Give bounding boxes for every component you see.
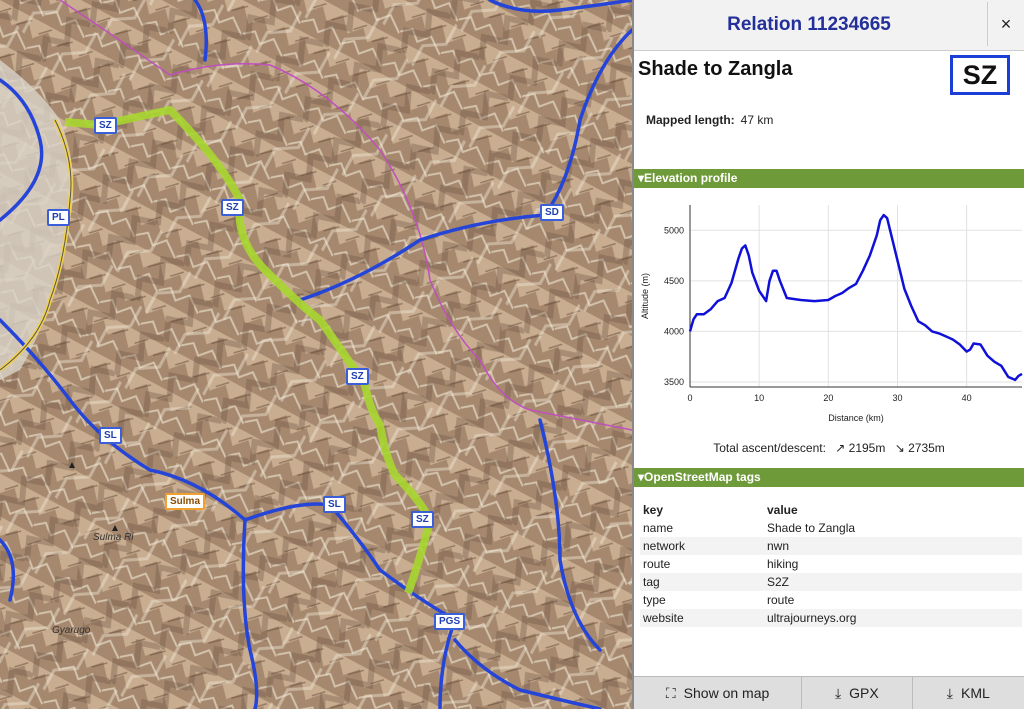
elevation-line: [688, 213, 1023, 382]
route-shield-sl[interactable]: SL: [323, 496, 346, 513]
village-label-sulma[interactable]: Sulma: [165, 493, 206, 510]
table-row: network nwn: [640, 537, 1022, 555]
x-axis-label: Distance (km): [828, 413, 884, 423]
mapped-length-value: 47 km: [740, 113, 774, 127]
panel-title: Relation 11234665: [727, 14, 891, 35]
elevation-section-toggle[interactable]: ▾Elevation profile: [634, 169, 1024, 188]
tags-header-value: value: [767, 502, 798, 517]
chart-grid: [689, 205, 1022, 387]
map-terrain[interactable]: [0, 0, 632, 709]
y-tick-label: 4000: [664, 326, 684, 336]
descent-value: ↘ 2735m: [894, 441, 945, 455]
tags-section-toggle[interactable]: ▾OpenStreetMap tags: [634, 468, 1024, 487]
tag-key: route: [643, 557, 671, 571]
ascent-value: ↗ 2195m: [835, 441, 886, 455]
gpx-label: GPX: [849, 685, 879, 701]
tag-key: website: [640, 609, 764, 627]
kml-download-button[interactable]: ⤓ KML: [913, 677, 1024, 709]
x-tick-label: 20: [823, 393, 833, 403]
download-icon: ⤓: [834, 684, 842, 701]
tag-value: ultrajourneys.org: [764, 609, 1022, 627]
mapped-length: Mapped length: 47 km: [646, 113, 773, 127]
relation-panel: Relation 11234665 × Shade to Zangla SZ M…: [632, 0, 1024, 709]
route-shield-sz[interactable]: SZ: [94, 117, 117, 134]
elevation-section-title: Elevation profile: [644, 171, 738, 185]
table-row: website ultrajourneys.org: [640, 609, 1022, 627]
x-tick-label: 10: [754, 393, 764, 403]
route-shield-sz[interactable]: SZ: [221, 199, 244, 216]
route-shield-pgs[interactable]: PGS: [434, 613, 466, 630]
table-row: tag S2Z: [640, 573, 1022, 591]
mapped-length-label: Mapped length:: [646, 113, 735, 127]
tags-table: key value name Shade to Zangla network nwn…: [640, 500, 1022, 627]
tags-header-row: key value: [640, 500, 1022, 519]
route-name: Shade to Zangla: [638, 58, 793, 80]
y-tick-label: 3500: [664, 377, 684, 387]
tag-value: nwn: [764, 537, 1022, 555]
close-button[interactable]: ×: [987, 2, 1024, 46]
tag-value: S2Z: [764, 573, 1022, 591]
x-tick-label: 40: [962, 393, 972, 403]
expand-icon: ⛶: [665, 684, 676, 701]
chart-axes: 0 10 20 30 40 3500 4000 4500 5000: [664, 205, 1022, 403]
download-icon: ⤓: [946, 684, 953, 701]
tag-key: name: [643, 521, 674, 535]
tags-section-title: OpenStreetMap tags: [644, 470, 761, 484]
y-axis-label: Altitude (m): [640, 273, 650, 319]
table-row: route hiking: [640, 555, 1022, 573]
x-tick-label: 0: [687, 393, 692, 403]
ascent-label: Total ascent/descent:: [713, 441, 826, 455]
tag-value: Shade to Zangla: [767, 521, 856, 535]
tag-key: network: [640, 537, 764, 555]
show-on-map-label: Show on map: [683, 685, 770, 701]
tag-key: tag: [640, 573, 764, 591]
table-row: name Shade to Zangla: [640, 519, 1022, 537]
peak-label: Sulma Ri: [93, 532, 134, 543]
gpx-download-button[interactable]: ⤓ GPX: [802, 677, 913, 709]
panel-header: Relation 11234665 ×: [634, 0, 1024, 51]
show-on-map-button[interactable]: ⛶ Show on map: [634, 677, 803, 709]
route-shield-sl[interactable]: SL: [99, 427, 122, 444]
tags-header-key: key: [643, 502, 664, 517]
tag-key: type: [643, 593, 666, 607]
route-shield-sd[interactable]: SD: [540, 204, 564, 221]
tag-value: route: [767, 593, 795, 607]
y-tick-label: 4500: [664, 276, 684, 286]
kml-label: KML: [960, 685, 990, 701]
ascent-descent: Total ascent/descent: ↗ 2195m ↘ 2735m: [634, 441, 1024, 455]
tag-value: hiking: [767, 557, 799, 571]
y-tick-label: 5000: [664, 225, 684, 235]
route-shield-sz[interactable]: SZ: [346, 368, 369, 385]
elevation-chart: 0 10 20 30 403500400045005000 Distance (km) …: [640, 205, 1023, 423]
x-tick-label: 30: [892, 393, 902, 403]
route-shield-pl[interactable]: PL: [47, 209, 70, 226]
place-label: Gyarugo: [52, 625, 91, 636]
table-row: type route: [640, 591, 1022, 609]
map-view[interactable]: SZ SZ SZ SZ PL SD SL SL PGS Sulma Sulma …: [0, 0, 632, 709]
route-shield-sz[interactable]: SZ: [411, 511, 434, 528]
route-badge: SZ: [950, 55, 1010, 95]
panel-footer: ⛶ Show on map ⤓ GPX ⤓ KML: [634, 676, 1024, 709]
